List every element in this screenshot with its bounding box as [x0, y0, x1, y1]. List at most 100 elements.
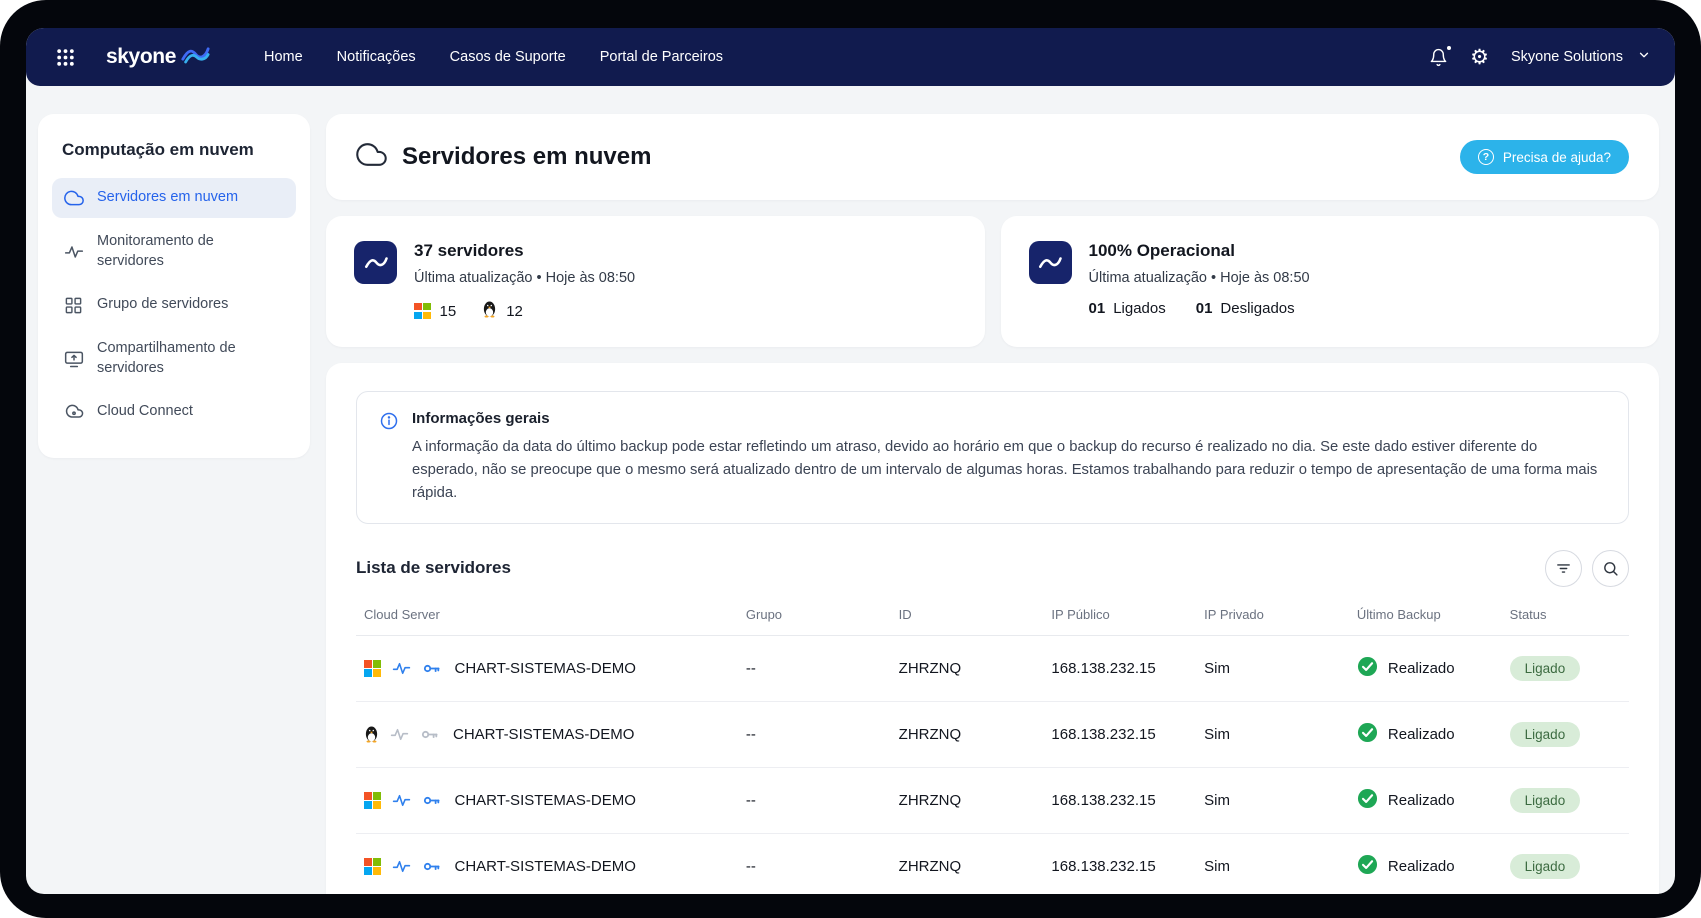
- server-name: CHART-SISTEMAS-DEMO: [455, 858, 636, 875]
- operational-stat-icon: [1029, 241, 1072, 284]
- check-circle-icon: [1357, 656, 1378, 681]
- backup-status: Realizado: [1388, 858, 1455, 875]
- activity-icon: [64, 242, 84, 262]
- cell-id: ZHRZNQ: [891, 767, 1044, 833]
- servers-stat-icon: [354, 241, 397, 284]
- status-badge: Ligado: [1510, 854, 1581, 879]
- monitoring-icon[interactable]: [390, 725, 409, 744]
- cell-ip-publico: 168.138.232.15: [1043, 635, 1196, 701]
- sidebar-item-label: Compartilhamento de servidores: [97, 339, 284, 378]
- cell-id: ZHRZNQ: [891, 701, 1044, 767]
- backup-status: Realizado: [1388, 792, 1455, 809]
- table-row[interactable]: CHART-SISTEMAS-DEMO -- ZHRZNQ 168.138.23…: [356, 833, 1629, 894]
- cell-ip-privado: Sim: [1196, 767, 1349, 833]
- col-cloud-server: Cloud Server: [356, 595, 738, 636]
- sidebar-item-label: Cloud Connect: [97, 402, 193, 422]
- check-circle-icon: [1357, 722, 1378, 747]
- question-icon: ?: [1478, 149, 1494, 165]
- screen-share-icon: [64, 349, 84, 369]
- cell-ip-privado: Sim: [1196, 635, 1349, 701]
- gear-icon[interactable]: ⚙: [1470, 47, 1489, 68]
- notification-dot: [1447, 46, 1451, 50]
- cell-id: ZHRZNQ: [891, 833, 1044, 894]
- cloud-icon: [64, 188, 84, 208]
- operational-percent: 100% Operacional: [1089, 241, 1310, 261]
- sidebar-item-grupo-de-servidores[interactable]: Grupo de servidores: [52, 285, 296, 325]
- key-icon[interactable]: [420, 725, 439, 744]
- ligados-count: 01Ligados: [1089, 300, 1166, 317]
- cell-grupo: --: [738, 767, 891, 833]
- nav-item-notificacoes[interactable]: Notificações: [337, 49, 416, 65]
- server-table-body: CHART-SISTEMAS-DEMO -- ZHRZNQ 168.138.23…: [356, 635, 1629, 894]
- windows-icon: [364, 858, 381, 875]
- server-name: CHART-SISTEMAS-DEMO: [453, 726, 634, 743]
- col-id: ID: [891, 595, 1044, 636]
- list-title: Lista de servidores: [356, 558, 511, 578]
- table-row[interactable]: CHART-SISTEMAS-DEMO -- ZHRZNQ 168.138.23…: [356, 767, 1629, 833]
- key-icon[interactable]: [422, 857, 441, 876]
- col-ip-privado: IP Privado: [1196, 595, 1349, 636]
- nav-item-casos-de-suporte[interactable]: Casos de Suporte: [450, 49, 566, 65]
- top-navbar: skyone Home Notificações Casos de Suport…: [26, 28, 1675, 86]
- table-row[interactable]: CHART-SISTEMAS-DEMO -- ZHRZNQ 168.138.23…: [356, 701, 1629, 767]
- cloud-server-icon: [356, 139, 387, 175]
- sidebar-item-servidores-em-nuvem[interactable]: Servidores em nuvem: [52, 178, 296, 218]
- stats-row: 37 servidores Última atualização • Hoje …: [326, 216, 1659, 347]
- page-title: Servidores em nuvem: [402, 143, 651, 171]
- sidebar-item-cloud-connect[interactable]: Cloud Connect: [52, 392, 296, 432]
- bell-icon[interactable]: [1429, 48, 1448, 67]
- table-header-row: Cloud Server Grupo ID IP Público IP Priv…: [356, 595, 1629, 636]
- monitoring-icon[interactable]: [392, 659, 411, 678]
- key-icon[interactable]: [422, 659, 441, 678]
- nav-item-portal-de-parceiros[interactable]: Portal de Parceiros: [600, 49, 723, 65]
- sidebar-item-label: Grupo de servidores: [97, 295, 228, 315]
- check-circle-icon: [1357, 788, 1378, 813]
- cell-id: ZHRZNQ: [891, 635, 1044, 701]
- check-circle-icon: [1357, 854, 1378, 879]
- account-menu[interactable]: Skyone Solutions: [1511, 48, 1651, 67]
- linux-icon: [364, 725, 379, 743]
- linux-icon: [482, 300, 497, 322]
- status-badge: Ligado: [1510, 722, 1581, 747]
- sidebar-item-compartilhamento[interactable]: Compartilhamento de servidores: [52, 329, 296, 388]
- key-icon[interactable]: [422, 791, 441, 810]
- server-table: Cloud Server Grupo ID IP Público IP Priv…: [356, 595, 1629, 894]
- nav-item-home[interactable]: Home: [264, 49, 303, 65]
- skyone-logo[interactable]: skyone: [106, 45, 210, 69]
- cell-grupo: --: [738, 701, 891, 767]
- col-ip-publico: IP Público: [1043, 595, 1196, 636]
- cell-grupo: --: [738, 635, 891, 701]
- cell-ip-privado: Sim: [1196, 701, 1349, 767]
- help-button[interactable]: ? Precisa de ajuda?: [1460, 140, 1629, 174]
- info-icon: [379, 411, 399, 505]
- monitoring-icon[interactable]: [392, 857, 411, 876]
- windows-icon: [364, 660, 381, 677]
- account-name: Skyone Solutions: [1511, 49, 1623, 65]
- main-content: Servidores em nuvem ? Precisa de ajuda?: [326, 114, 1663, 894]
- desligados-count: 01Desligados: [1196, 300, 1295, 317]
- cell-ip-privado: Sim: [1196, 833, 1349, 894]
- col-grupo: Grupo: [738, 595, 891, 636]
- grid-icon: [64, 295, 84, 315]
- help-button-label: Precisa de ajuda?: [1503, 150, 1611, 165]
- server-list-card: Informações gerais A informação da data …: [326, 363, 1659, 894]
- info-text: A informação da data do último backup po…: [412, 436, 1606, 505]
- monitoring-icon[interactable]: [392, 791, 411, 810]
- search-button[interactable]: [1592, 550, 1629, 587]
- servers-updated: Última atualização • Hoje às 08:50: [414, 270, 635, 286]
- apps-grid-icon[interactable]: [50, 42, 80, 72]
- info-box: Informações gerais A informação da data …: [356, 391, 1629, 524]
- info-title: Informações gerais: [412, 410, 1606, 427]
- servers-count: 37 servidores: [414, 241, 635, 261]
- sidebar-item-monitoramento[interactable]: Monitoramento de servidores: [52, 222, 296, 281]
- windows-icon: [414, 303, 431, 320]
- cell-ip-publico: 168.138.232.15: [1043, 701, 1196, 767]
- sidebar-item-label: Servidores em nuvem: [97, 188, 238, 208]
- backup-status: Realizado: [1388, 660, 1455, 677]
- table-row[interactable]: CHART-SISTEMAS-DEMO -- ZHRZNQ 168.138.23…: [356, 635, 1629, 701]
- cell-ip-publico: 168.138.232.15: [1043, 833, 1196, 894]
- logo-swoosh-icon: [180, 45, 210, 69]
- filter-button[interactable]: [1545, 550, 1582, 587]
- logo-text: skyone: [106, 45, 176, 69]
- col-ultimo-backup: Último Backup: [1349, 595, 1502, 636]
